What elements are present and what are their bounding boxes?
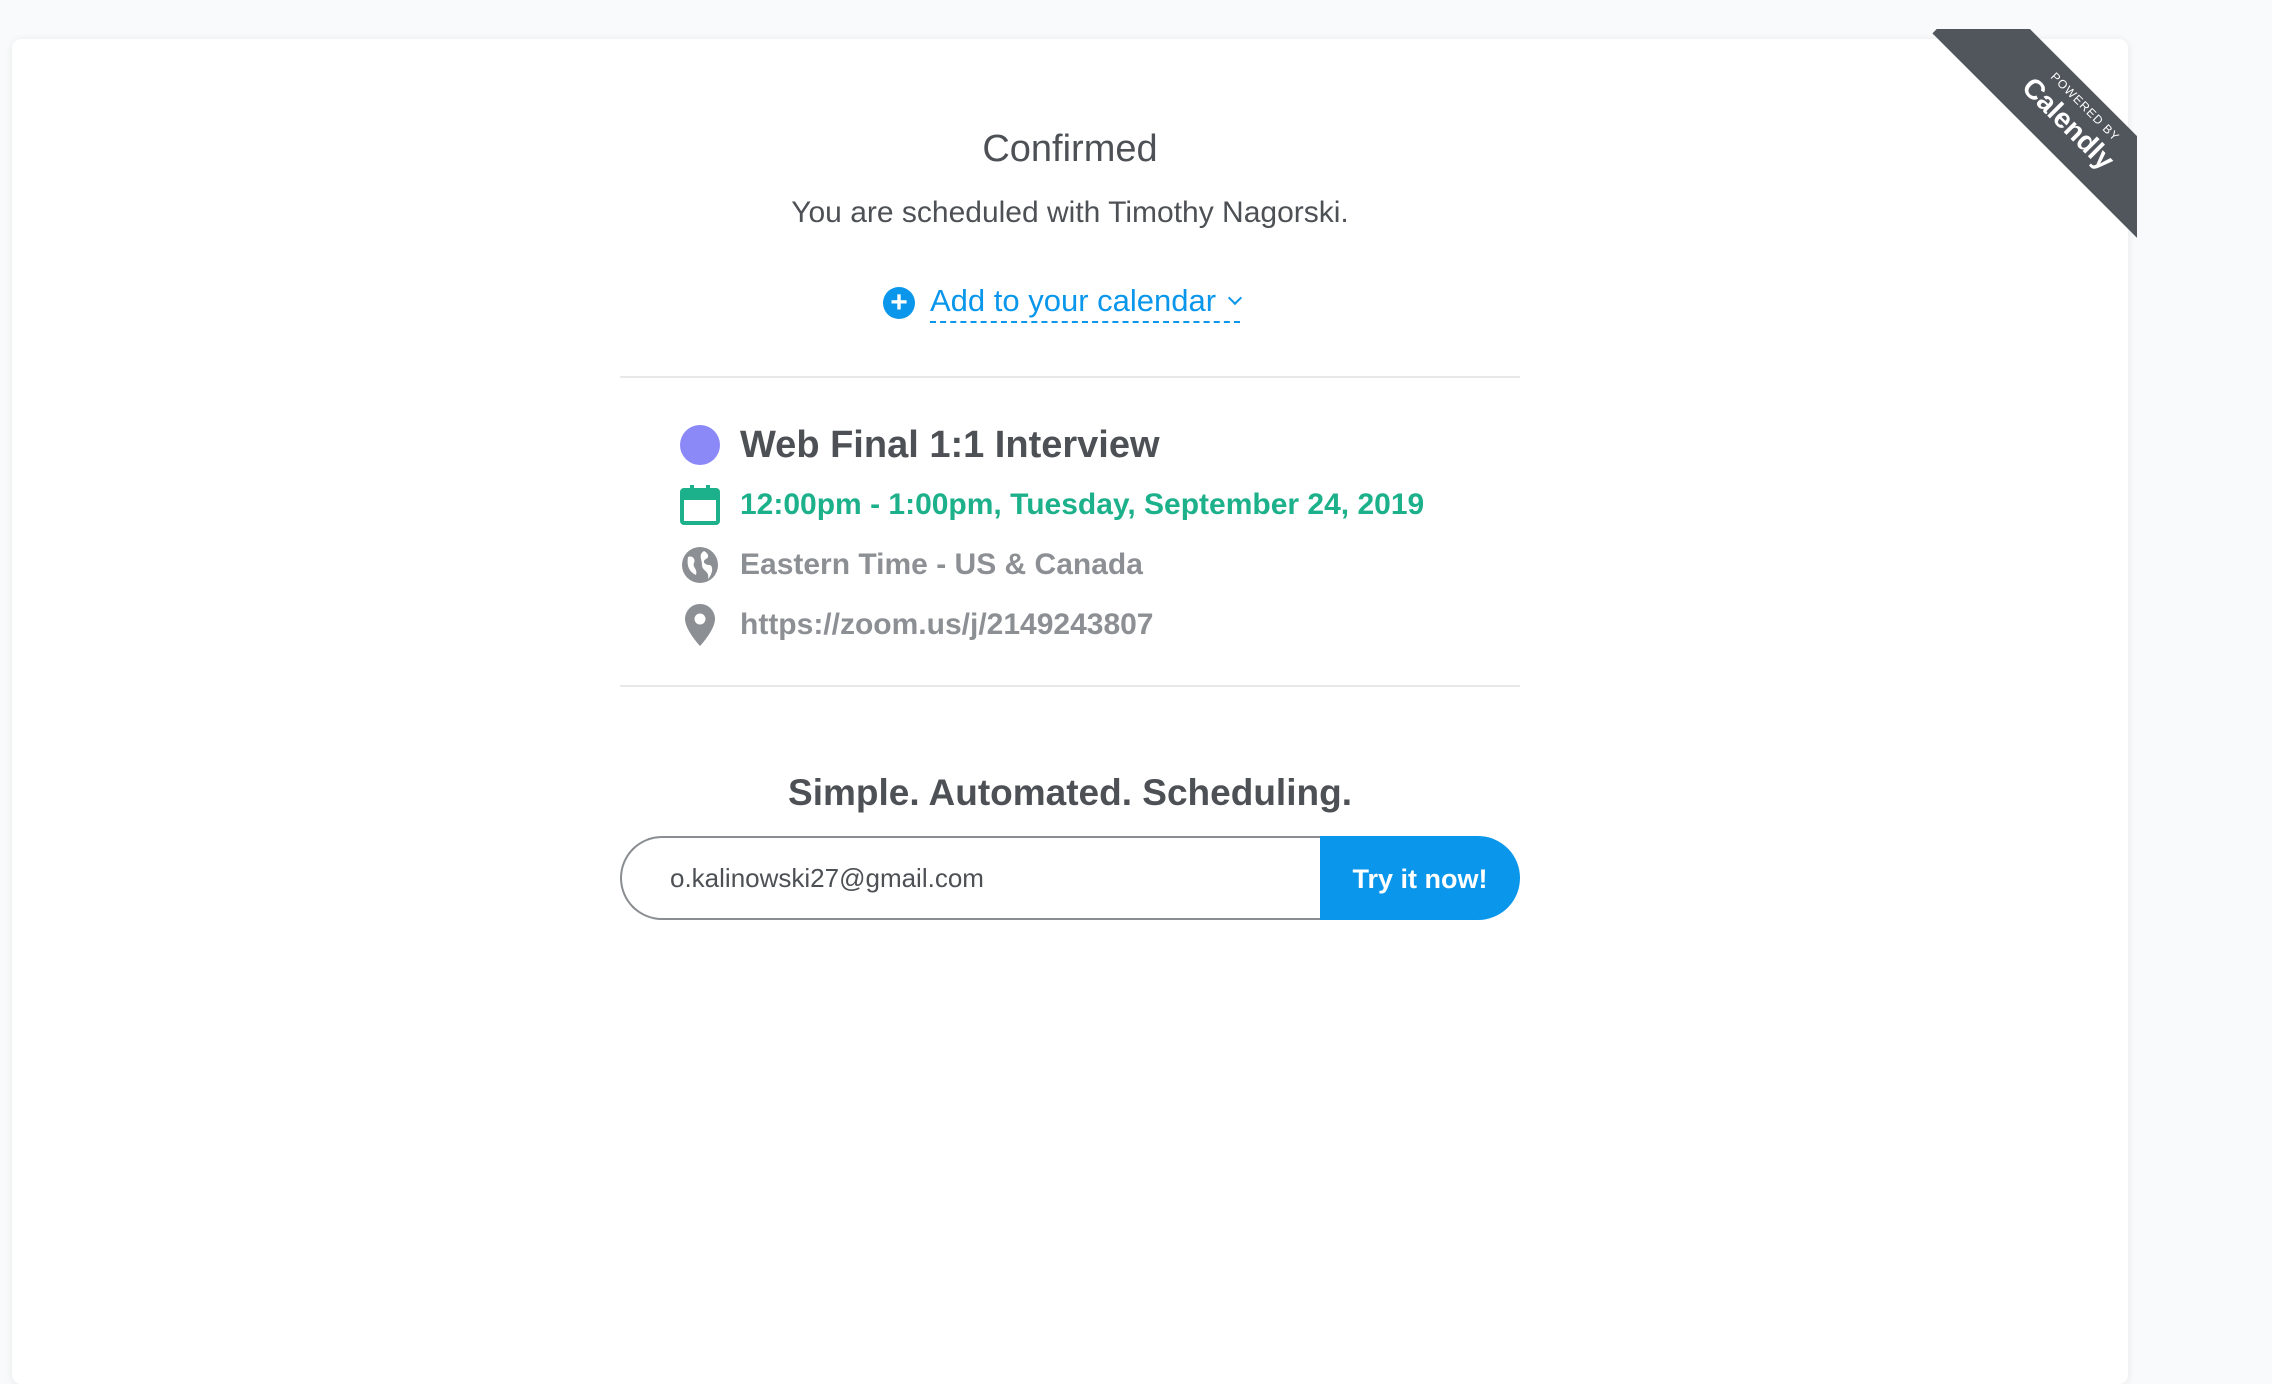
signup-form: Try it now!: [620, 836, 1520, 920]
event-color-dot-icon: [678, 423, 722, 467]
divider-top: [620, 376, 1520, 378]
signup-tagline: Simple. Automated. Scheduling.: [788, 772, 1352, 813]
event-time-row: 12:00pm - 1:00pm, Tuesday, September 24,…: [678, 475, 1518, 535]
event-timezone-row: Eastern Time - US & Canada: [678, 535, 1518, 595]
globe-icon: [678, 543, 722, 587]
event-location: https://zoom.us/j/2149243807: [740, 608, 1154, 641]
event-time: 12:00pm - 1:00pm, Tuesday, September 24,…: [740, 488, 1425, 521]
page-title: Confirmed: [982, 128, 1158, 170]
add-to-calendar-link[interactable]: Add to your calendar: [930, 283, 1243, 323]
plus-circle-icon: +: [883, 287, 915, 319]
event-timezone: Eastern Time - US & Canada: [740, 548, 1143, 581]
chevron-down-icon: [1228, 290, 1243, 306]
divider-bottom: [620, 685, 1520, 687]
calendar-icon: [678, 483, 722, 527]
event-name-row: Web Final 1:1 Interview: [678, 415, 1518, 475]
confirmation-card: [12, 39, 2128, 1384]
powered-by-ribbon[interactable]: POWERED BY Calendly: [1927, 29, 2137, 239]
powered-by-calendly-link[interactable]: POWERED BY Calendly: [1932, 29, 2137, 239]
event-details: Web Final 1:1 Interview 12:00pm - 1:00pm…: [678, 415, 1518, 655]
event-color-dot: [680, 425, 720, 465]
event-location-row: https://zoom.us/j/2149243807: [678, 595, 1518, 655]
event-name: Web Final 1:1 Interview: [740, 423, 1160, 466]
try-it-now-button[interactable]: Try it now!: [1320, 836, 1520, 920]
add-to-calendar-label: Add to your calendar: [930, 283, 1217, 318]
location-pin-icon: [678, 603, 722, 647]
add-to-calendar-button[interactable]: + Add to your calendar: [883, 282, 1243, 324]
email-input[interactable]: [620, 836, 1320, 920]
scheduled-with-text: You are scheduled with Timothy Nagorski.: [791, 196, 1349, 229]
